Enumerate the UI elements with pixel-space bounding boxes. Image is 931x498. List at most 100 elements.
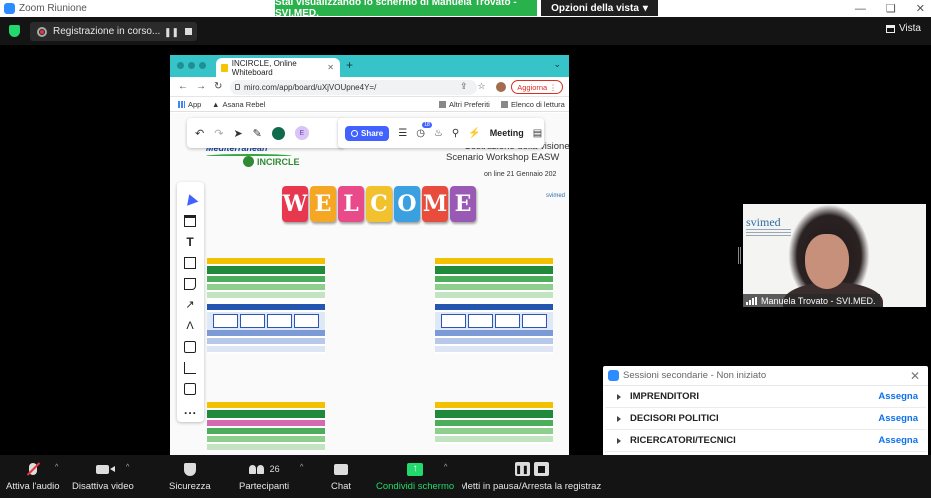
miro-share-button[interactable]: Share bbox=[345, 125, 390, 141]
undo-icon[interactable]: ↶ bbox=[195, 127, 204, 140]
breakout-header: Sessioni secondarie - Non iniziato bbox=[603, 366, 928, 386]
bookmark-star-icon[interactable]: ☆ bbox=[478, 81, 486, 92]
brush-icon[interactable]: ✎ bbox=[253, 127, 262, 140]
bookmarks-bar: App ▲ Asana Rebel Altri Preferiti Elenco … bbox=[170, 97, 569, 112]
board-panel-top-left bbox=[207, 258, 325, 354]
breakout-room-name: DECISORI POLITICI bbox=[630, 413, 719, 424]
assign-button[interactable]: Assegna bbox=[878, 391, 918, 402]
participants-button[interactable]: 26 Partecipanti bbox=[239, 455, 289, 498]
gallery-splitter-handle[interactable] bbox=[738, 247, 741, 264]
forward-icon[interactable]: → bbox=[196, 81, 206, 92]
shape-tool-icon[interactable] bbox=[184, 257, 196, 269]
video-options-caret-icon[interactable]: ^ bbox=[126, 464, 129, 471]
participant-face bbox=[805, 234, 849, 289]
miro-board[interactable]: Mediterranean INCIRCLE Costruzione della… bbox=[170, 113, 569, 455]
address-bar[interactable]: miro.com/app/board/uXjVOUpne4Y=/ bbox=[230, 80, 477, 95]
breakout-room-row[interactable]: DECISORI POLITICI Assegna bbox=[605, 408, 926, 430]
expand-caret-icon[interactable] bbox=[617, 415, 621, 422]
settings-sliders-icon[interactable]: ☰ bbox=[398, 128, 407, 139]
tab-close-icon[interactable]: ✕ bbox=[327, 63, 334, 72]
pause-stop-recording-button[interactable]: ❚❚ Metti in pausa/Arresta la registrazi bbox=[462, 455, 601, 498]
bookmark-other-favorites[interactable]: Altri Preferiti bbox=[439, 100, 490, 109]
shared-screen: INCIRCLE, Online Whiteboard ✕ + ⌄ ← → ↻ … bbox=[170, 55, 569, 455]
board-panel-bottom-right bbox=[435, 402, 553, 444]
view-options-button[interactable]: Opzioni della vista ▾ bbox=[541, 0, 658, 16]
pause-icon: ❚❚ bbox=[514, 462, 530, 476]
participant-video-tile[interactable]: svimed Manuela Trovato - SVI.MED. bbox=[743, 204, 926, 307]
collaborator-avatar[interactable] bbox=[271, 126, 285, 140]
chevron-down-icon: ▾ bbox=[642, 2, 648, 14]
security-shield-icon bbox=[183, 462, 196, 476]
miro-favicon-icon bbox=[221, 63, 228, 72]
meeting-bolt-icon[interactable]: ⚡ bbox=[468, 128, 480, 139]
expand-caret-icon[interactable] bbox=[617, 393, 621, 400]
folder-icon bbox=[439, 101, 446, 108]
browser-tab[interactable]: INCIRCLE, Online Whiteboard ✕ bbox=[216, 58, 340, 77]
browser-tab-title: INCIRCLE, Online Whiteboard bbox=[231, 58, 297, 77]
timer-icon[interactable]: ◷ bbox=[416, 121, 432, 139]
chat-bubble-icon bbox=[334, 463, 349, 475]
tab-menu-chevron-icon[interactable]: ⌄ bbox=[553, 59, 561, 70]
unmute-button[interactable]: Attiva l'audio bbox=[6, 455, 60, 498]
bookmark-asana[interactable]: ▲ Asana Rebel bbox=[212, 100, 265, 109]
user-avatar-e[interactable]: E bbox=[294, 126, 309, 140]
chat-button[interactable]: Chat bbox=[331, 455, 351, 498]
signal-bars-icon bbox=[746, 296, 757, 305]
pen-tool-icon[interactable]: Λ bbox=[184, 320, 196, 332]
back-icon[interactable]: ← bbox=[178, 81, 188, 92]
cursor-icon[interactable]: ➤ bbox=[233, 127, 242, 140]
upload-tool-icon[interactable] bbox=[184, 383, 196, 395]
lock-icon bbox=[235, 84, 240, 90]
bookmark-reading-list[interactable]: Elenco di lettura bbox=[501, 100, 565, 109]
update-browser-button[interactable]: Aggiorna ⋮ bbox=[511, 80, 563, 94]
zoom-logo-icon bbox=[608, 370, 619, 381]
share-page-icon[interactable]: ⇪ bbox=[460, 81, 468, 92]
maximize-icon[interactable]: ❑ bbox=[886, 2, 896, 15]
meeting-button[interactable]: Meeting bbox=[490, 128, 524, 138]
redo-icon[interactable]: ↷ bbox=[214, 127, 223, 140]
notes-icon[interactable]: ▤ bbox=[533, 128, 542, 139]
share-options-caret-icon[interactable]: ^ bbox=[444, 464, 447, 471]
template-tool-icon[interactable] bbox=[184, 215, 196, 227]
reload-icon[interactable]: ↻ bbox=[214, 81, 222, 92]
view-button[interactable]: Vista bbox=[885, 23, 921, 34]
frame-tool-icon[interactable] bbox=[184, 362, 196, 374]
incircle-logo: INCIRCLE bbox=[243, 156, 300, 167]
audio-options-caret-icon[interactable]: ^ bbox=[55, 464, 58, 471]
breakout-room-row[interactable]: IMPRENDITORI Assegna bbox=[605, 386, 926, 408]
welcome-letter: W bbox=[282, 186, 308, 222]
minimize-icon[interactable]: — bbox=[855, 3, 866, 15]
more-tools-icon[interactable]: ... bbox=[184, 404, 196, 418]
encryption-shield-icon[interactable] bbox=[9, 25, 20, 37]
assign-button[interactable]: Assegna bbox=[878, 435, 918, 446]
text-tool-icon[interactable]: T bbox=[184, 236, 196, 248]
zoom-logo-icon bbox=[4, 3, 15, 14]
security-button[interactable]: Sicurezza bbox=[169, 455, 211, 498]
breakout-room-row[interactable]: RICERCATORI/TECNICI Assegna bbox=[605, 430, 926, 452]
browser-omnibar: ← → ↻ miro.com/app/board/uXjVOUpne4Y=/ ⇪… bbox=[170, 77, 569, 97]
participants-options-caret-icon[interactable]: ^ bbox=[300, 464, 303, 471]
bookmark-apps[interactable]: App bbox=[178, 100, 201, 109]
sticky-note-tool-icon[interactable] bbox=[184, 278, 196, 290]
stop-video-button[interactable]: Disattiva video bbox=[72, 455, 134, 498]
profile-avatar[interactable] bbox=[496, 82, 506, 92]
browser-tabstrip: INCIRCLE, Online Whiteboard ✕ + ⌄ bbox=[170, 55, 569, 77]
share-screen-button[interactable]: ↑ Condividi schermo bbox=[376, 455, 454, 498]
update-label: Aggiorna bbox=[517, 82, 548, 92]
connector-tool-icon[interactable]: ↗ bbox=[184, 299, 196, 311]
search-icon[interactable]: ⚲ bbox=[452, 128, 459, 139]
pause-recording-icon[interactable]: ❚❚ bbox=[164, 27, 179, 38]
expand-caret-icon[interactable] bbox=[617, 437, 621, 444]
select-tool-icon[interactable] bbox=[183, 192, 199, 206]
assign-button[interactable]: Assegna bbox=[878, 413, 918, 424]
recording-indicator: Registrazione in corso... ❚❚ bbox=[30, 22, 197, 41]
welcome-letter: L bbox=[338, 186, 364, 222]
svimed-background-logo: svimed bbox=[746, 215, 781, 229]
close-icon[interactable]: ✕ bbox=[916, 2, 925, 15]
new-tab-icon[interactable]: + bbox=[346, 58, 353, 72]
notifications-bell-icon[interactable]: ♨ bbox=[434, 128, 443, 139]
stop-recording-icon[interactable] bbox=[185, 28, 192, 35]
close-icon[interactable]: ✕ bbox=[910, 369, 920, 383]
welcome-letter: C bbox=[366, 186, 392, 222]
comment-tool-icon[interactable] bbox=[184, 341, 196, 353]
